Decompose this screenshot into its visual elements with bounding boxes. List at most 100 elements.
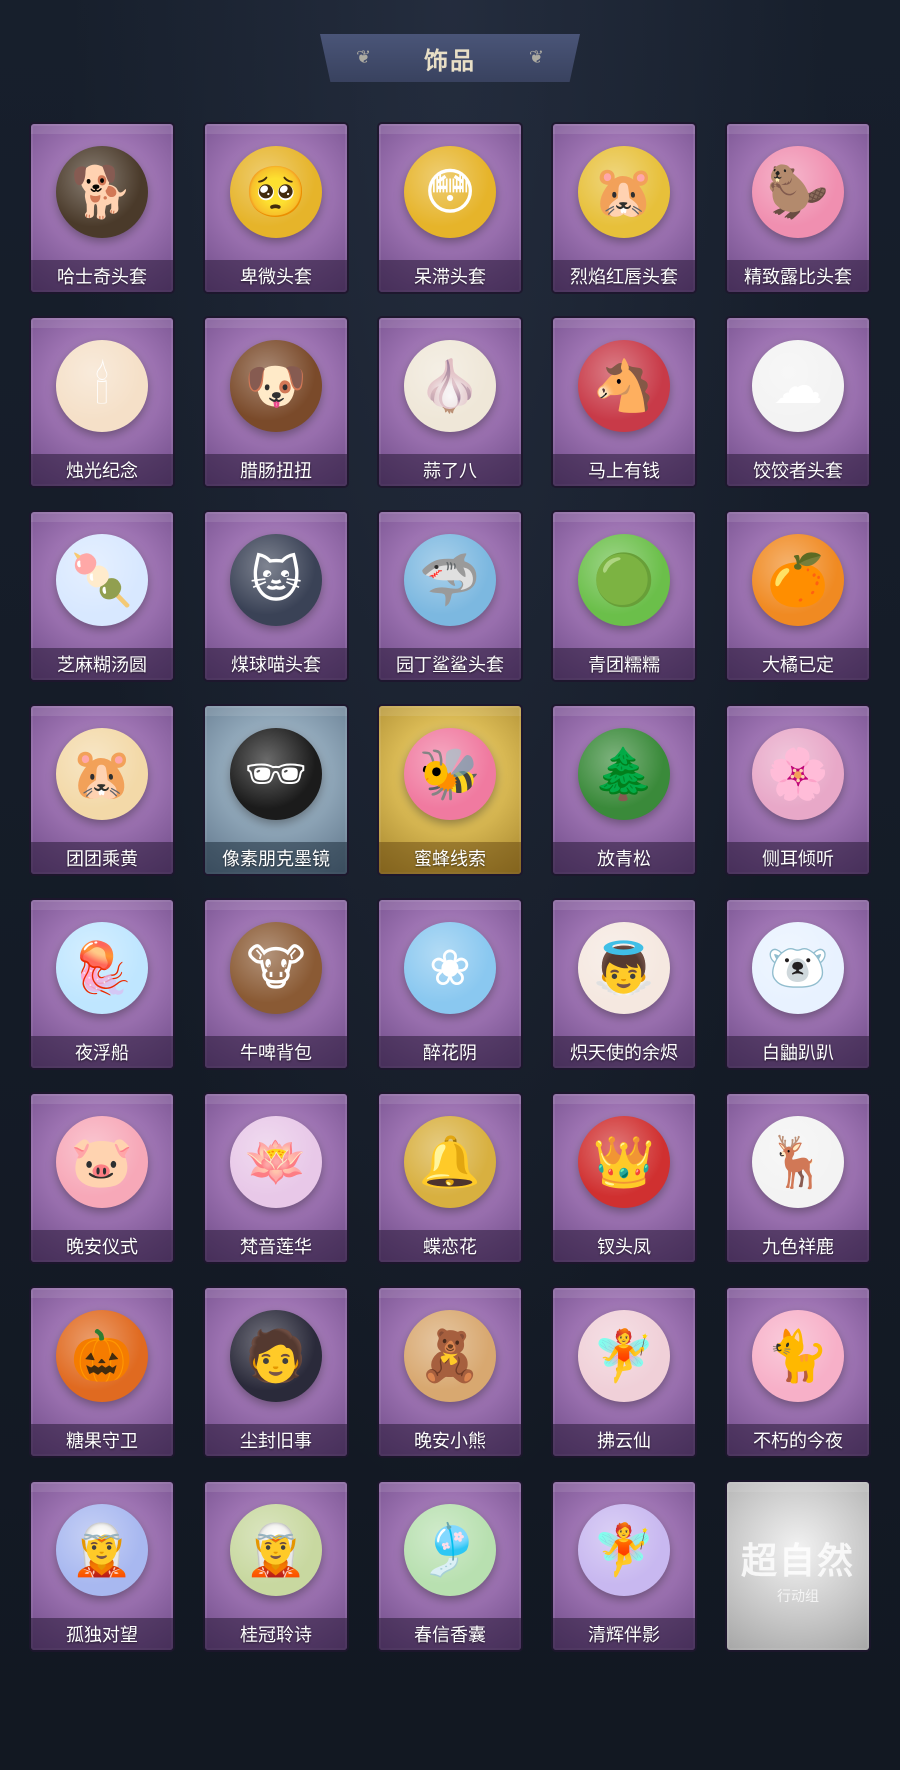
accessory-card[interactable]: 🍊 大橘已定 bbox=[727, 512, 869, 680]
accessory-card[interactable]: 🧄 蒜了八 bbox=[379, 318, 521, 486]
pumpkin-guard-icon: 🎃 bbox=[56, 1310, 148, 1402]
accessory-name: 梵音莲华 bbox=[240, 1237, 312, 1257]
accessory-card[interactable]: 🐶 腊肠扭扭 bbox=[205, 318, 347, 486]
blue-doll-icon: 🧝 bbox=[56, 1504, 148, 1596]
accessory-name: 烈焰红唇头套 bbox=[570, 267, 678, 287]
accessory-card[interactable]: ❀ 醉花阴 bbox=[379, 900, 521, 1068]
card-label-bar: 桂冠聆诗 bbox=[205, 1618, 347, 1650]
card-label-bar: 青团糯糯 bbox=[553, 648, 695, 680]
card-label-bar: 侧耳倾听 bbox=[727, 842, 869, 874]
card-label-bar: 腊肠扭扭 bbox=[205, 454, 347, 486]
accessory-card[interactable]: 👑 钗头凤 bbox=[553, 1094, 695, 1262]
accessory-card[interactable]: 👼 炽天使的余烬 bbox=[553, 900, 695, 1068]
ornament-fan-icon: ❀ bbox=[404, 922, 496, 1014]
accessory-name: 清辉伴影 bbox=[588, 1625, 660, 1645]
accessory-card[interactable]: 🥺 卑微头套 bbox=[205, 124, 347, 292]
accessory-name: 孤独对望 bbox=[66, 1625, 138, 1645]
accessory-card[interactable]: 🧸 晚安小熊 bbox=[379, 1288, 521, 1456]
card-label-bar: 园丁鲨鲨头套 bbox=[379, 648, 521, 680]
accessory-card[interactable]: 🐹 团团乘黄 bbox=[31, 706, 173, 874]
card-label-bar: 春信香囊 bbox=[379, 1618, 521, 1650]
accessory-name: 腊肠扭扭 bbox=[240, 461, 312, 481]
accessory-name: 煤球喵头套 bbox=[231, 655, 321, 675]
red-lips-head-icon: 🐹 bbox=[578, 146, 670, 238]
accessory-name: 晚安小熊 bbox=[414, 1431, 486, 1451]
card-label-bar: 孤独对望 bbox=[31, 1618, 173, 1650]
accessory-card[interactable]: 🦈 园丁鲨鲨头套 bbox=[379, 512, 521, 680]
angel-doll-icon: 👼 bbox=[578, 922, 670, 1014]
accessory-card[interactable]: ☁ 饺饺者头套 bbox=[727, 318, 869, 486]
accessory-card[interactable]: 🐹 烈焰红唇头套 bbox=[553, 124, 695, 292]
accessory-card[interactable]: 🐷 晚安仪式 bbox=[31, 1094, 173, 1262]
accessory-card[interactable]: 🧝 孤独对望 bbox=[31, 1482, 173, 1650]
accessory-card[interactable]: 🧝 桂冠聆诗 bbox=[205, 1482, 347, 1650]
accessory-card[interactable]: 🌲 放青松 bbox=[553, 706, 695, 874]
accessory-card[interactable]: 🐻‍❄ 白鼬趴趴 bbox=[727, 900, 869, 1068]
accessory-card[interactable]: 🪼 夜浮船 bbox=[31, 900, 173, 1068]
card-label-bar: 白鼬趴趴 bbox=[727, 1036, 869, 1068]
accessory-name: 九色祥鹿 bbox=[762, 1237, 834, 1257]
accessory-card[interactable]: 😳 呆滞头套 bbox=[379, 124, 521, 292]
accessory-card[interactable]: 🎃 糖果守卫 bbox=[31, 1288, 173, 1456]
card-label-bar: 大橘已定 bbox=[727, 648, 869, 680]
accessory-card[interactable]: 🐈 不朽的今夜 bbox=[727, 1288, 869, 1456]
dazed-face-icon: 😳 bbox=[404, 146, 496, 238]
accessory-name: 精致露比头套 bbox=[744, 267, 852, 287]
pixel-sunglasses-icon: 🕶 bbox=[230, 728, 322, 820]
accessory-card[interactable]: 🎐 春信香囊 bbox=[379, 1482, 521, 1650]
accessory-name: 醉花阴 bbox=[423, 1043, 477, 1063]
garlic-icon: 🧄 bbox=[404, 340, 496, 432]
accessory-card[interactable]: 🕶 像素朋克墨镜 bbox=[205, 706, 347, 874]
accessory-card[interactable]: 🟢 青团糯糯 bbox=[553, 512, 695, 680]
card-label-bar: 马上有钱 bbox=[553, 454, 695, 486]
laurel-doll-icon: 🧝 bbox=[230, 1504, 322, 1596]
card-label-bar: 精致露比头套 bbox=[727, 260, 869, 292]
card-label-bar: 呆滞头套 bbox=[379, 260, 521, 292]
card-label-bar: 炽天使的余烬 bbox=[553, 1036, 695, 1068]
accessory-card[interactable]: 🦫 精致露比头套 bbox=[727, 124, 869, 292]
accessory-card[interactable]: 🪷 梵音莲华 bbox=[205, 1094, 347, 1262]
accessory-card[interactable]: 🕯 烛光纪念 bbox=[31, 318, 173, 486]
dumpling-head-icon: ☁ bbox=[752, 340, 844, 432]
card-label-bar: 尘封旧事 bbox=[205, 1424, 347, 1456]
accessory-grid: 🐕 哈士奇头套 🥺 卑微头套 😳 呆滞头套 🐹 烈焰红唇头套 🦫 精致露比头套 🕯 烛光纪念 🐶 腊肠扭扭… bbox=[31, 124, 869, 1650]
accessory-name: 蒜了八 bbox=[423, 461, 477, 481]
accessory-card[interactable]: 🐴 马上有钱 bbox=[553, 318, 695, 486]
accessory-name: 马上有钱 bbox=[588, 461, 660, 481]
card-label-bar: 醉花阴 bbox=[379, 1036, 521, 1068]
accessory-card[interactable]: 🧑 尘封旧事 bbox=[205, 1288, 347, 1456]
butterfly-bell-icon: 🔔 bbox=[404, 1116, 496, 1208]
accessory-card[interactable]: 🐱 煤球喵头套 bbox=[205, 512, 347, 680]
card-label-bar: 蜜蜂线索 bbox=[379, 842, 521, 874]
sleepy-pig-icon: 🐷 bbox=[56, 1116, 148, 1208]
accessory-name: 像素朋克墨镜 bbox=[222, 849, 330, 869]
accessory-card[interactable]: 🍡 芝麻糊汤圆 bbox=[31, 512, 173, 680]
accessory-card[interactable]: 🧚 清辉伴影 bbox=[553, 1482, 695, 1650]
accessory-card[interactable]: 🔔 蝶恋花 bbox=[379, 1094, 521, 1262]
accessory-name: 牛啤背包 bbox=[240, 1043, 312, 1063]
accessory-name: 饺饺者头套 bbox=[753, 461, 843, 481]
card-label-bar: 清辉伴影 bbox=[553, 1618, 695, 1650]
accessory-card[interactable]: 🧚 拂云仙 bbox=[553, 1288, 695, 1456]
bonsai-pine-icon: 🌲 bbox=[578, 728, 670, 820]
accessory-name: 晚安仪式 bbox=[66, 1237, 138, 1257]
boy-doll-icon: 🧑 bbox=[230, 1310, 322, 1402]
loopy-head-icon: 🦫 bbox=[752, 146, 844, 238]
orange-slice-icon: 🍊 bbox=[752, 534, 844, 626]
accessory-card[interactable]: 🐕 哈士奇头套 bbox=[31, 124, 173, 292]
accessory-card[interactable]: 🦌 九色祥鹿 bbox=[727, 1094, 869, 1262]
bee-loopy-icon: 🐝 bbox=[404, 728, 496, 820]
accessory-card[interactable]: 超自然 行动组 bbox=[727, 1482, 869, 1650]
accessory-card[interactable]: 🐮 牛啤背包 bbox=[205, 900, 347, 1068]
accessory-name: 呆滞头套 bbox=[414, 267, 486, 287]
flower-wreath-icon: 🌸 bbox=[752, 728, 844, 820]
card-label-bar: 哈士奇头套 bbox=[31, 260, 173, 292]
accessory-card[interactable]: 🐝 蜜蜂线索 bbox=[379, 706, 521, 874]
card-label-bar: 梵音莲华 bbox=[205, 1230, 347, 1262]
accessory-card[interactable]: 🌸 侧耳倾听 bbox=[727, 706, 869, 874]
humble-face-icon: 🥺 bbox=[230, 146, 322, 238]
card-label-bar: 晚安仪式 bbox=[31, 1230, 173, 1262]
accessory-name: 芝麻糊汤圆 bbox=[57, 655, 147, 675]
sachet-icon: 🎐 bbox=[404, 1504, 496, 1596]
card-label-bar: 蒜了八 bbox=[379, 454, 521, 486]
